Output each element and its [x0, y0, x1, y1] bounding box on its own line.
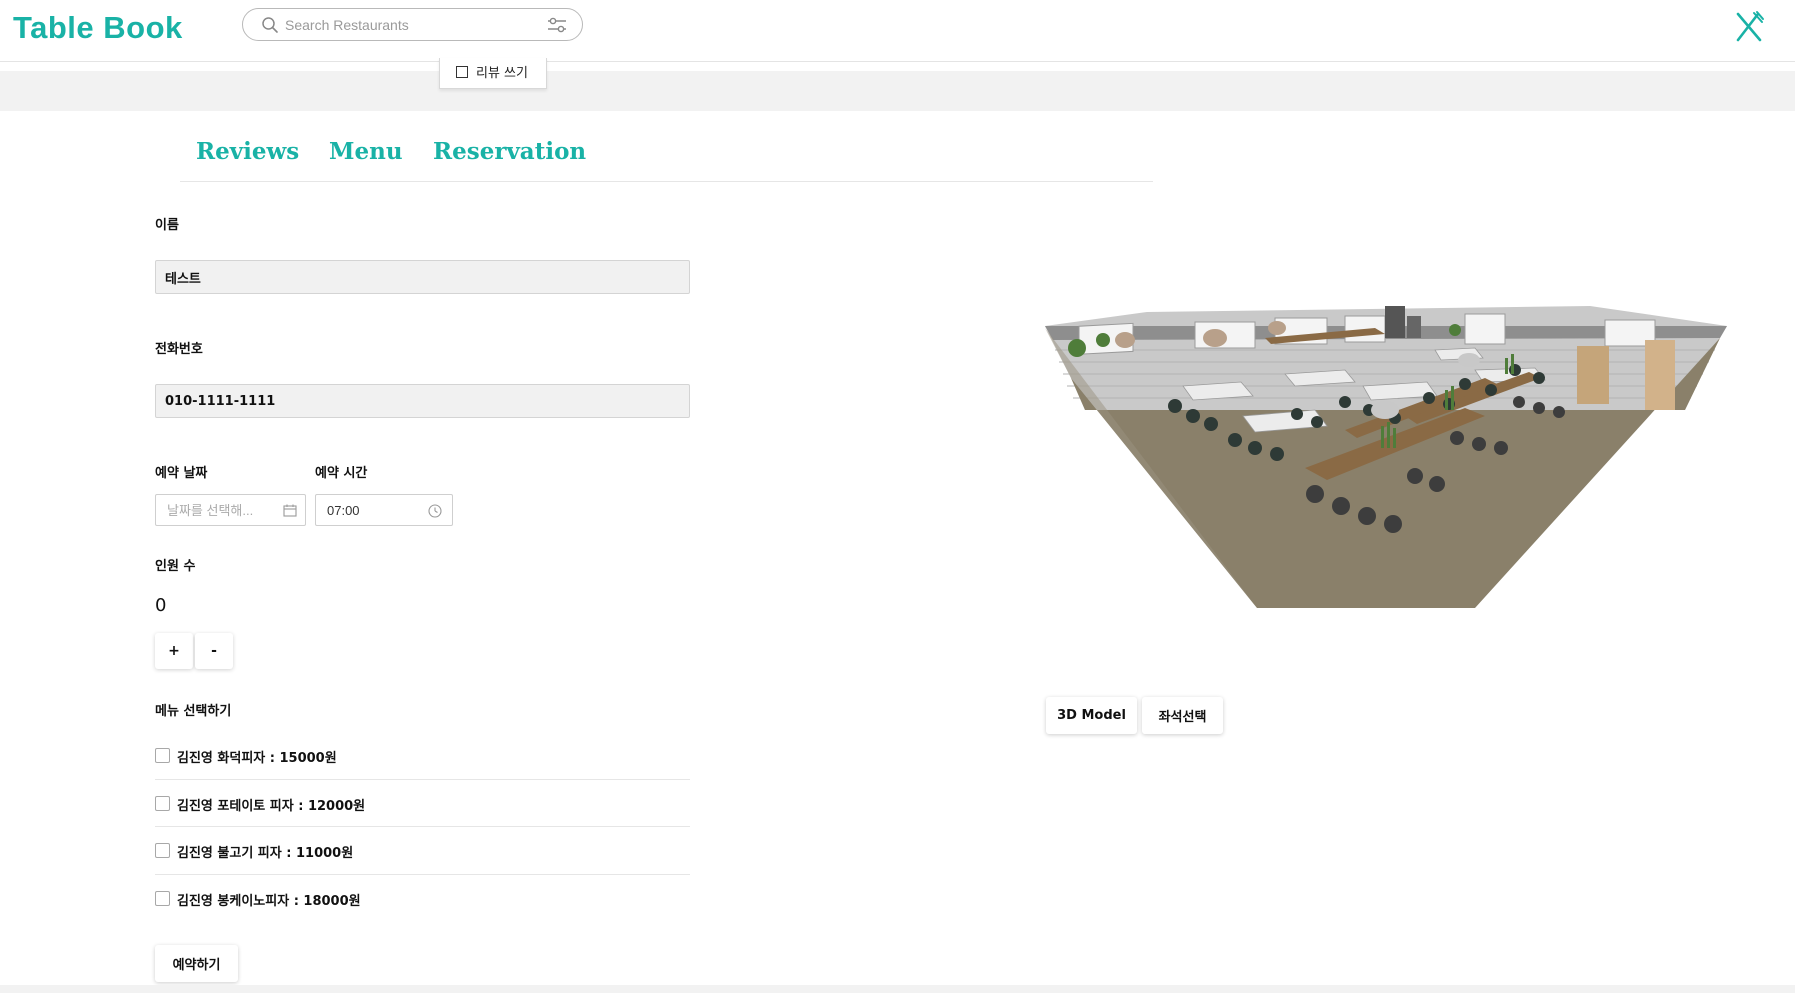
calendar-icon[interactable] — [283, 504, 297, 517]
phone-field[interactable] — [155, 384, 690, 418]
menu-item-label: 김진영 불고기 피자 : 11000원 — [177, 846, 354, 861]
date-label: 예약 날짜 — [155, 466, 208, 481]
date-input[interactable] — [167, 503, 272, 518]
people-count: 0 — [155, 595, 167, 616]
menu-item-label: 김진영 화덕피자 : 15000원 — [177, 751, 337, 766]
menu-checklist: 김진영 화덕피자 : 15000원 김진영 포테이토 피자 : 12000원 김… — [155, 732, 690, 922]
menu-checkbox[interactable] — [155, 795, 170, 811]
top-header: Table Book — [0, 0, 1795, 62]
search-icon — [262, 17, 278, 33]
utensils-icon[interactable] — [1733, 10, 1765, 44]
menu-item[interactable]: 김진영 화덕피자 : 15000원 — [155, 732, 690, 780]
time-label: 예약 시간 — [315, 466, 368, 481]
brand-logo[interactable]: Table Book — [13, 10, 183, 46]
3d-model-button[interactable]: 3D Model — [1046, 697, 1137, 734]
menu-item[interactable]: 김진영 불고기 피자 : 11000원 — [155, 827, 690, 875]
name-field[interactable] — [155, 260, 690, 294]
tab-reservation[interactable]: Reservation — [433, 138, 586, 165]
reserve-button[interactable]: 예약하기 — [155, 945, 238, 982]
seat-select-button[interactable]: 좌석선택 — [1142, 697, 1223, 734]
decrement-button[interactable]: - — [195, 633, 233, 669]
tab-menu[interactable]: Menu — [329, 138, 403, 165]
time-picker[interactable] — [315, 494, 453, 526]
restaurant-3d-model[interactable] — [1045, 298, 1727, 696]
menu-checkbox[interactable] — [155, 748, 170, 763]
date-picker[interactable] — [155, 494, 306, 526]
filter-icon[interactable] — [546, 16, 568, 34]
clock-icon[interactable] — [428, 504, 442, 518]
name-label: 이름 — [155, 218, 179, 233]
tab-bar: Reviews Menu Reservation — [180, 132, 1153, 182]
search-input[interactable] — [285, 14, 525, 36]
search-bar[interactable] — [242, 8, 583, 41]
footer-strip — [0, 985, 1795, 993]
menu-item[interactable]: 김진영 봉케이노피자 : 18000원 — [155, 875, 690, 923]
hero-band — [0, 71, 1795, 111]
people-label: 인원 수 — [155, 559, 196, 574]
menu-checkbox[interactable] — [155, 890, 170, 906]
edit-icon — [456, 66, 468, 78]
menu-item-label: 김진영 포테이토 피자 : 12000원 — [177, 798, 366, 814]
time-input[interactable] — [327, 503, 417, 518]
menu-item[interactable]: 김진영 포테이토 피자 : 12000원 — [155, 780, 690, 827]
tab-reviews[interactable]: Reviews — [196, 138, 299, 165]
menu-select-label: 메뉴 선택하기 — [155, 704, 232, 719]
increment-button[interactable]: + — [155, 633, 193, 669]
menu-item-label: 김진영 봉케이노피자 : 18000원 — [177, 893, 361, 909]
write-review-button[interactable]: 리뷰 쓰기 — [439, 58, 547, 89]
phone-label: 전화번호 — [155, 342, 203, 357]
menu-checkbox[interactable] — [155, 843, 170, 858]
write-review-label: 리뷰 쓰기 — [476, 66, 528, 81]
